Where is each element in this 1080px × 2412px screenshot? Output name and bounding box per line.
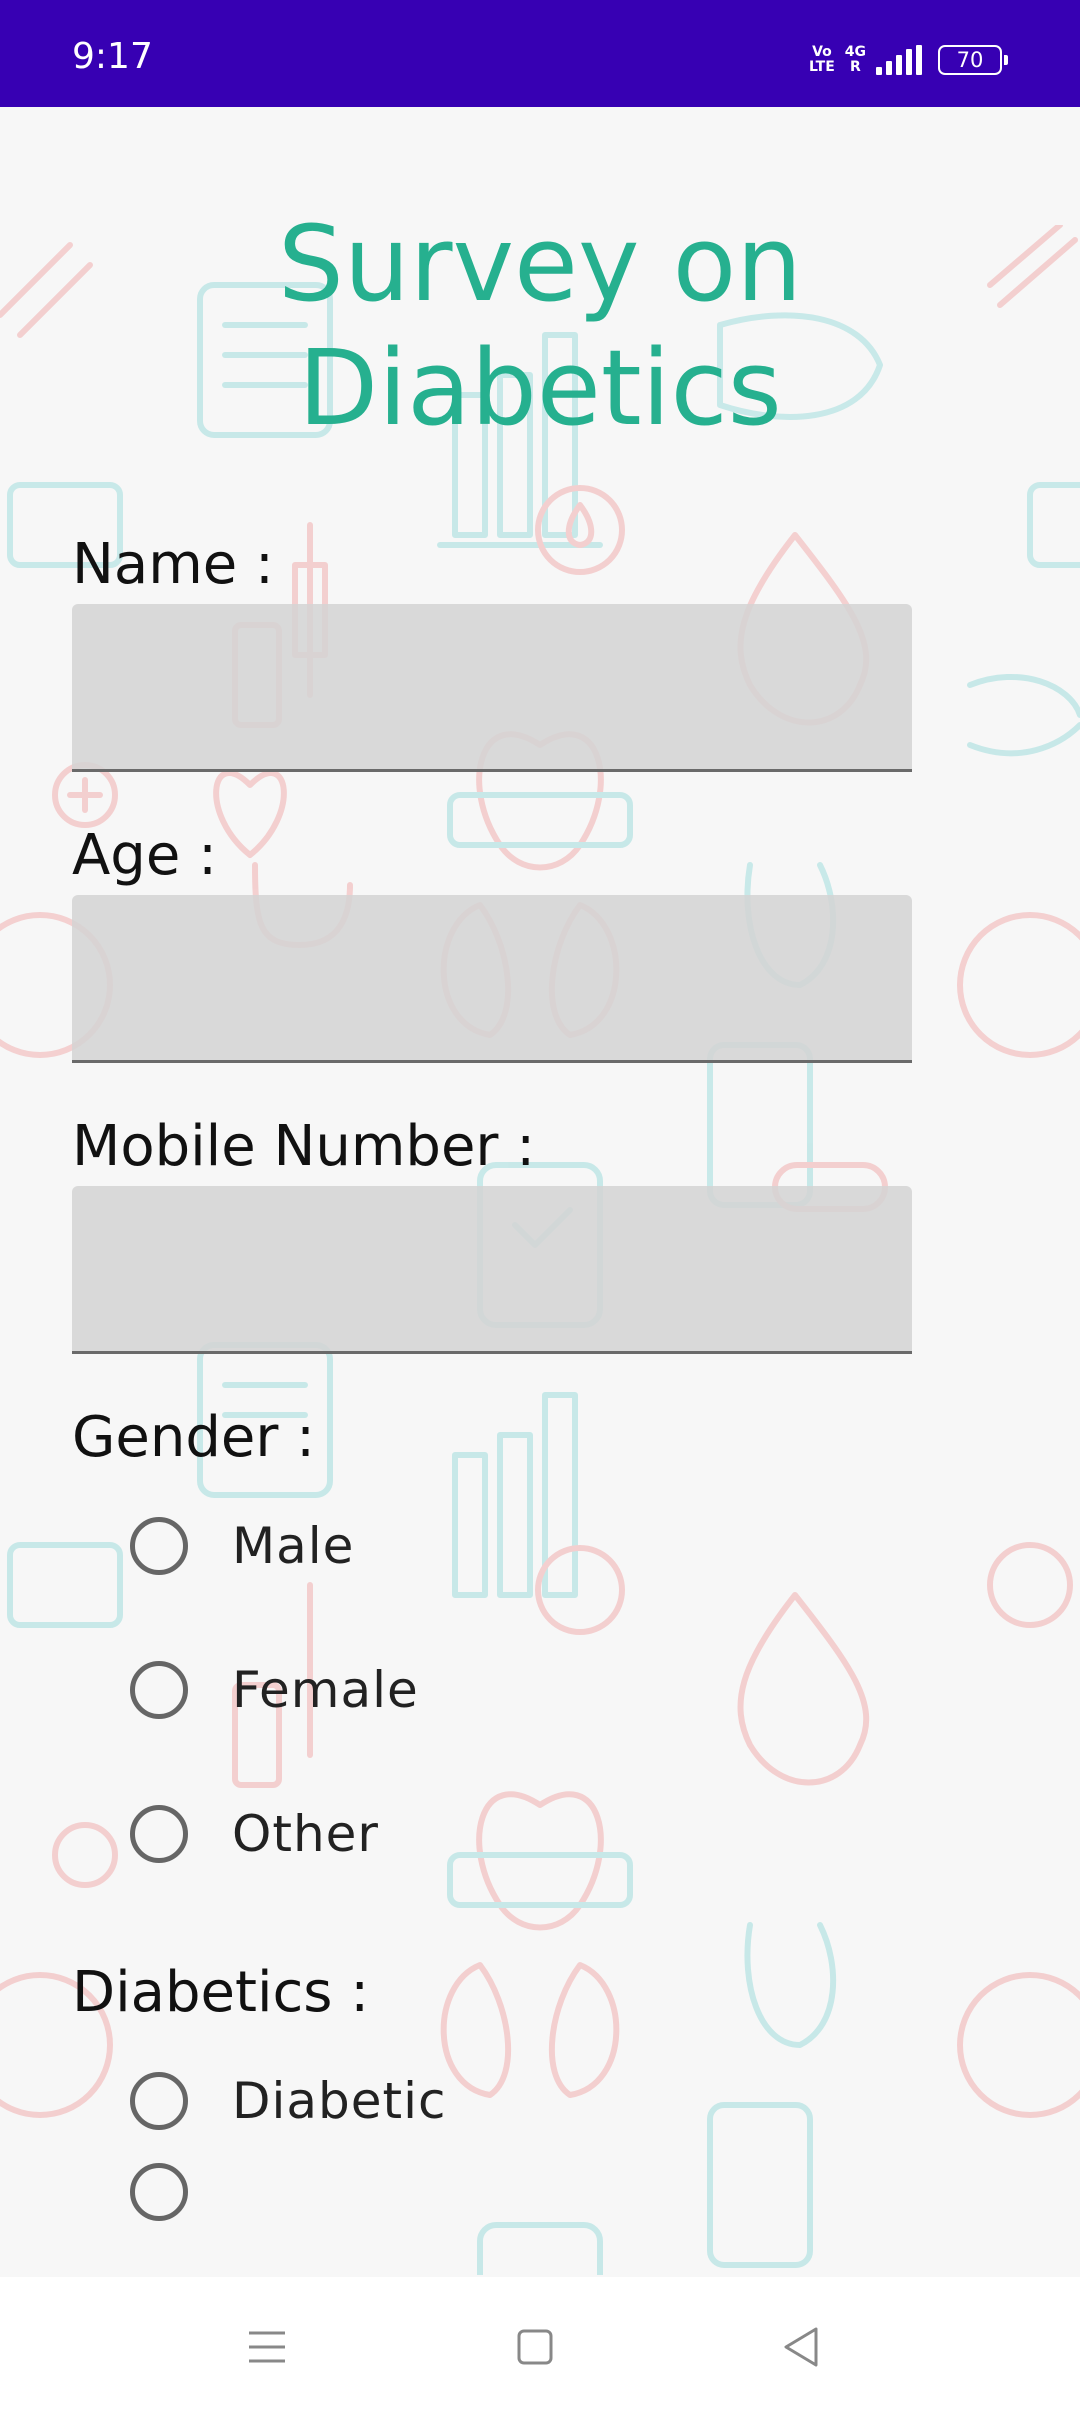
diabetics-radio-diabetic[interactable]: Diabetic bbox=[130, 2072, 447, 2130]
mobile-number-input[interactable] bbox=[72, 1186, 912, 1354]
radio-label-other: Other bbox=[232, 1805, 379, 1863]
radio-circle-icon[interactable] bbox=[130, 2163, 188, 2221]
gender-radio-male[interactable]: Male bbox=[130, 1517, 354, 1575]
gender-radio-other[interactable]: Other bbox=[130, 1805, 379, 1863]
status-icons: Vo LTE 4G R 70 bbox=[809, 40, 1008, 80]
diabetics-label: Diabetics : bbox=[72, 1960, 370, 2025]
menu-icon[interactable] bbox=[237, 2317, 297, 2377]
radio-circle-icon[interactable] bbox=[130, 1805, 188, 1863]
battery-level: 70 bbox=[956, 48, 984, 72]
radio-label-male: Male bbox=[232, 1517, 355, 1575]
radio-circle-icon[interactable] bbox=[130, 2072, 188, 2130]
diabetics-radio-second[interactable] bbox=[130, 2163, 232, 2221]
age-label: Age : bbox=[72, 823, 217, 888]
network-type-icon: 4G R bbox=[844, 44, 866, 75]
page-title: Survey on Diabetics bbox=[277, 203, 803, 449]
gender-radio-female[interactable]: Female bbox=[130, 1661, 419, 1719]
mobile-number-label: Mobile Number : bbox=[72, 1114, 536, 1179]
radio-label-female: Female bbox=[232, 1661, 419, 1719]
age-input[interactable] bbox=[72, 895, 912, 1063]
radio-circle-icon[interactable] bbox=[130, 1661, 188, 1719]
home-icon[interactable] bbox=[505, 2317, 565, 2377]
name-label: Name : bbox=[72, 532, 274, 597]
survey-form: Survey on Diabetics Name : Age : Mobile … bbox=[0, 107, 1080, 2277]
navigation-bar bbox=[0, 2277, 1080, 2412]
radio-label-diabetic: Diabetic bbox=[232, 2072, 447, 2130]
radio-circle-icon[interactable] bbox=[130, 1517, 188, 1575]
name-input[interactable] bbox=[72, 604, 912, 772]
status-time: 9:17 bbox=[72, 36, 153, 77]
back-icon[interactable] bbox=[772, 2317, 832, 2377]
signal-icon bbox=[876, 45, 922, 75]
status-bar: 9:17 Vo LTE 4G R 70 bbox=[0, 0, 1080, 107]
volte-icon: Vo LTE bbox=[809, 44, 835, 75]
battery-icon: 70 bbox=[938, 45, 1008, 75]
gender-label: Gender : bbox=[72, 1405, 316, 1470]
